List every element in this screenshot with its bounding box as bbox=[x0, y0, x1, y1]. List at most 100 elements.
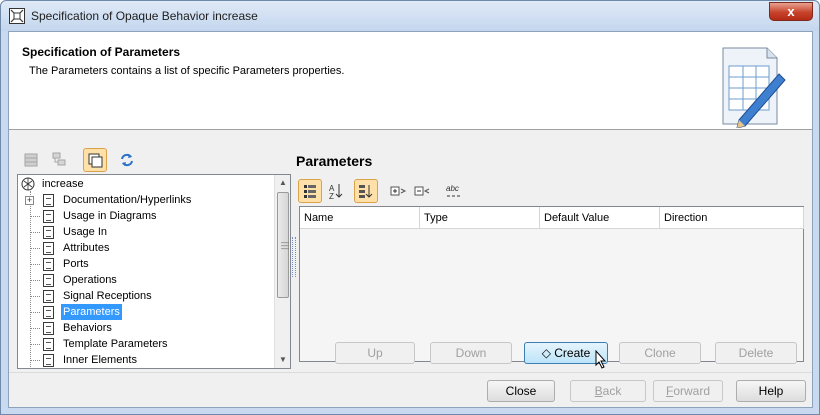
tree-toolbar bbox=[17, 148, 287, 172]
tree-connector bbox=[30, 360, 40, 361]
column-header-type[interactable]: Type bbox=[420, 207, 540, 229]
delete-button[interactable]: Delete bbox=[715, 342, 797, 364]
tree-root-label: increase bbox=[42, 178, 84, 190]
tree-connector bbox=[30, 312, 40, 313]
tree-item-label: Attributes bbox=[63, 242, 110, 254]
close-button[interactable]: Close bbox=[487, 380, 555, 402]
text-filter-icon[interactable]: abc bbox=[442, 179, 466, 203]
diagram-frame-icon bbox=[9, 8, 25, 24]
back-mnemonic: B bbox=[594, 384, 603, 398]
close-icon: x bbox=[787, 4, 795, 19]
tree-connector bbox=[30, 280, 40, 281]
scroll-up-icon[interactable]: ▲ bbox=[275, 175, 290, 191]
document-icon bbox=[43, 322, 54, 335]
table-header: Name Type Default Value Direction bbox=[300, 207, 804, 229]
behavior-icon bbox=[21, 177, 35, 191]
tree-root-increase[interactable]: increase bbox=[18, 176, 274, 192]
scroll-down-icon[interactable]: ▼ bbox=[275, 352, 290, 368]
forward-rest: orward bbox=[673, 384, 711, 398]
tree-item-label: Inner Elements bbox=[63, 354, 137, 366]
tree-item-attributes[interactable]: Attributes bbox=[18, 240, 274, 256]
header-description: The Parameters contains a list of specif… bbox=[29, 65, 345, 77]
document-icon bbox=[43, 354, 54, 367]
tree-item-usage-in[interactable]: Usage In bbox=[18, 224, 274, 240]
refresh-icon[interactable] bbox=[115, 148, 139, 172]
tree-item-template-parameters[interactable]: Template Parameters bbox=[18, 336, 274, 352]
forward-button[interactable]: Forward bbox=[653, 380, 723, 402]
document-icon bbox=[43, 258, 54, 271]
categorized-view-icon[interactable] bbox=[298, 179, 322, 203]
panel-toolbar: AZ abc bbox=[298, 179, 498, 203]
header-title: Specification of Parameters bbox=[22, 45, 181, 59]
scroll-thumb[interactable]: — — — bbox=[277, 192, 289, 298]
tree-item-usage-in-diagrams[interactable]: Usage in Diagrams bbox=[18, 208, 274, 224]
grid-view-icon[interactable] bbox=[19, 148, 43, 172]
expand-icon[interactable]: + bbox=[25, 196, 34, 205]
parameters-table[interactable]: Name Type Default Value Direction bbox=[299, 206, 804, 362]
tree-item-signal-receptions[interactable]: Signal Receptions bbox=[18, 288, 274, 304]
column-header-default-value[interactable]: Default Value bbox=[540, 207, 660, 229]
tree-connector bbox=[30, 344, 40, 345]
down-button[interactable]: Down bbox=[430, 342, 512, 364]
create-button-label: Create bbox=[554, 346, 591, 360]
dialog-header: Specification of Parameters The Paramete… bbox=[9, 32, 812, 130]
tree-item-operations[interactable]: Operations bbox=[18, 272, 274, 288]
tree-item-label: Signal Receptions bbox=[63, 290, 152, 302]
back-rest: ack bbox=[602, 384, 622, 398]
clone-button[interactable]: Clone bbox=[619, 342, 701, 364]
tree-item-label: Behaviors bbox=[63, 322, 112, 334]
tree-scrollbar[interactable]: ▲ — — — ▼ bbox=[274, 175, 290, 368]
dialog-client: Specification of Parameters The Paramete… bbox=[8, 31, 813, 408]
property-tree: increase + Documentation/Hyperlinks Usag… bbox=[17, 174, 291, 369]
tree-item-label: Usage In bbox=[63, 226, 108, 238]
tree-item-behaviors[interactable]: Behaviors bbox=[18, 320, 274, 336]
tree-item-label: Usage in Diagrams bbox=[63, 210, 157, 222]
compact-view-icon[interactable] bbox=[83, 148, 107, 172]
tree-item-ports[interactable]: Ports bbox=[18, 256, 274, 272]
document-icon bbox=[43, 274, 54, 287]
column-header-direction[interactable]: Direction bbox=[660, 207, 804, 229]
back-button[interactable]: Back bbox=[570, 380, 646, 402]
table-with-pencil-icon bbox=[722, 47, 786, 128]
tree-item-label: Operations bbox=[63, 274, 117, 286]
diamond-icon: ◇ bbox=[541, 346, 551, 360]
tree-item-label: Ports bbox=[63, 258, 89, 270]
expand-all-icon[interactable] bbox=[386, 179, 410, 203]
collapse-all-icon[interactable] bbox=[410, 179, 434, 203]
tree-item-inner-elements[interactable]: Inner Elements bbox=[18, 352, 274, 368]
help-button[interactable]: Help bbox=[736, 380, 806, 402]
tree-connector bbox=[30, 248, 40, 249]
mouse-cursor-icon bbox=[595, 350, 607, 369]
footer-separator bbox=[9, 372, 812, 373]
grip-icon: — — — bbox=[281, 238, 289, 253]
tree-item-label: Parameters bbox=[61, 304, 122, 320]
document-icon bbox=[43, 242, 54, 255]
sort-alphabetical-icon[interactable]: AZ bbox=[324, 179, 348, 203]
tree-item-label: Documentation/Hyperlinks bbox=[63, 194, 192, 206]
document-icon bbox=[43, 210, 54, 223]
tree-item-label: Template Parameters bbox=[63, 338, 168, 350]
up-button[interactable]: Up bbox=[335, 342, 415, 364]
tree-connector bbox=[30, 296, 40, 297]
specification-window: Specification of Opaque Behavior increas… bbox=[0, 0, 820, 415]
tree-item-documentation-hyperlinks[interactable]: + Documentation/Hyperlinks bbox=[18, 192, 274, 208]
tree-connector bbox=[30, 216, 40, 217]
tree-view-icon[interactable] bbox=[47, 148, 71, 172]
document-icon bbox=[43, 338, 54, 351]
document-icon bbox=[43, 194, 54, 207]
tree-connector bbox=[30, 328, 40, 329]
tree-connector bbox=[30, 264, 40, 265]
title-bar[interactable]: Specification of Opaque Behavior increas… bbox=[1, 1, 819, 31]
document-icon bbox=[43, 290, 54, 303]
tree-connector bbox=[30, 232, 40, 233]
svg-text:abc: abc bbox=[446, 184, 459, 193]
pane-splitter[interactable] bbox=[292, 237, 296, 277]
window-close-button[interactable]: x bbox=[769, 2, 813, 21]
svg-text:Z: Z bbox=[329, 192, 334, 201]
sort-order-icon[interactable] bbox=[354, 179, 378, 203]
tree-item-parameters[interactable]: Parameters bbox=[18, 304, 274, 320]
window-title: Specification of Opaque Behavior increas… bbox=[31, 9, 258, 23]
column-header-name[interactable]: Name bbox=[300, 207, 420, 229]
document-icon bbox=[43, 226, 54, 239]
document-icon bbox=[43, 306, 54, 319]
